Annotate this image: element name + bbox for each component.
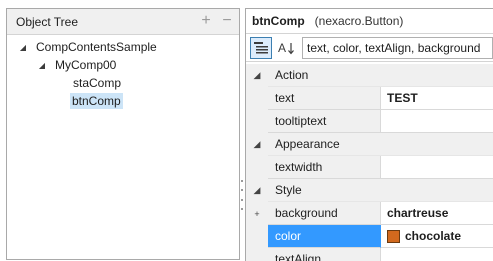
property-row-color[interactable]: color chocolate [246, 225, 493, 248]
property-row-textwidth[interactable]: textwidth [246, 156, 493, 179]
properties-toolbar: A [246, 34, 493, 62]
expand-plus-icon[interactable]: + [246, 202, 268, 225]
tree-node-stacomp[interactable]: staComp [71, 74, 123, 92]
property-name: background [268, 202, 381, 225]
splitter-grip[interactable] [241, 180, 244, 210]
collapse-arrow-icon[interactable]: ◢ [246, 133, 268, 156]
property-value[interactable]: chartreuse [381, 202, 493, 225]
property-row-tooltiptext[interactable]: tooltiptext [246, 110, 493, 133]
property-row-text[interactable]: text TEST [246, 87, 493, 110]
category-row-action[interactable]: ◢ Action [246, 64, 493, 87]
collapse-arrow-icon[interactable]: ◢ [246, 64, 268, 87]
expand-arrow-icon[interactable]: ◢ [18, 43, 28, 52]
component-bar: btnComp (nexacro.Button) [246, 9, 493, 34]
tree-node-label: MyComp00 [55, 58, 117, 72]
property-row-background[interactable]: + background chartreuse [246, 202, 493, 225]
object-tree-body: ◢ CompContentsSample ◢ MyComp00 staComp … [7, 36, 239, 259]
property-grid: ◢ Action text TEST tooltiptext ◢ Appeara… [246, 64, 493, 261]
minus-icon[interactable]: − [219, 13, 235, 29]
tree-node-btncomp[interactable]: btnComp [70, 92, 123, 110]
tree-node-compcontentssample[interactable]: ◢ CompContentsSample [18, 38, 159, 56]
category-label: Appearance [268, 133, 493, 156]
property-value[interactable]: chocolate [381, 225, 493, 248]
property-filter-input[interactable] [302, 36, 493, 59]
color-swatch [387, 229, 400, 243]
category-label: Action [268, 64, 493, 87]
object-tree-title: Object Tree [16, 14, 79, 29]
property-value[interactable] [381, 156, 493, 179]
tree-node-label: CompContentsSample [36, 40, 157, 54]
category-row-appearance[interactable]: ◢ Appearance [246, 133, 493, 156]
expand-arrow-icon[interactable]: ◢ [37, 61, 47, 70]
tree-node-mycomp00[interactable]: ◢ MyComp00 [37, 56, 118, 74]
property-name: textAlign [268, 248, 381, 261]
property-value[interactable] [381, 248, 493, 261]
property-name: tooltiptext [268, 110, 381, 133]
property-name: color [268, 225, 381, 248]
svg-text:A: A [278, 41, 286, 55]
tree-node-label: staComp [73, 76, 122, 90]
property-value[interactable] [381, 110, 493, 133]
category-label: Style [268, 179, 493, 202]
category-row-style[interactable]: ◢ Style [246, 179, 493, 202]
property-row-textalign[interactable]: textAlign [246, 248, 493, 261]
tree-node-label: btnComp [70, 93, 123, 109]
property-value[interactable]: TEST [381, 87, 493, 110]
plus-icon[interactable]: + [198, 13, 214, 29]
property-name: textwidth [268, 156, 381, 179]
property-name: text [268, 87, 381, 110]
object-tree-panel: Object Tree + − ◢ CompContentsSample ◢ M… [6, 8, 240, 260]
properties-panel: btnComp (nexacro.Button) A ◢ Action [245, 8, 493, 261]
component-type: (nexacro.Button) [314, 14, 404, 28]
sort-alphabetical-icon[interactable]: A [276, 37, 298, 59]
categorized-list-icon[interactable] [250, 36, 272, 59]
property-value-text: chocolate [405, 229, 462, 243]
object-tree-header: Object Tree + − [7, 9, 239, 35]
component-name: btnComp [252, 14, 305, 28]
collapse-arrow-icon[interactable]: ◢ [246, 179, 268, 202]
